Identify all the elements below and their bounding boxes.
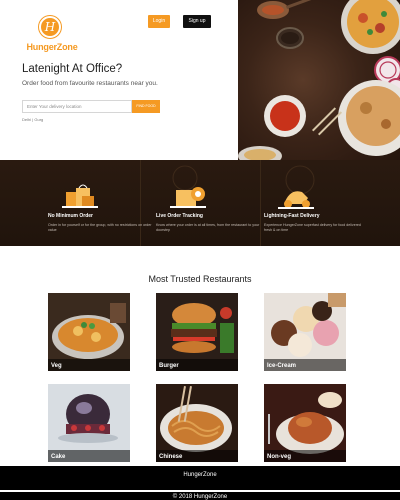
hero-food-image [238,0,400,160]
section-title: Most Trusted Restaurants [148,274,252,284]
category-card-chinese[interactable]: Chinese [156,384,238,462]
category-card-veg[interactable]: Veg [48,293,130,371]
feature-live-order-tracking: Live Order Tracking Know where your orde… [156,160,266,246]
delivery-tracking-icon [170,187,206,208]
brand-name: HungerZone [26,42,78,52]
hero-subline: Order food from favourite restaurants ne… [22,80,158,87]
brand-logo[interactable]: H HungerZone [26,14,78,56]
category-card-ice-cream[interactable]: Ice-Cream [264,293,346,371]
footer-copyright: © 2018 HungerZone [172,494,228,500]
food-spread-illustration [238,0,400,160]
feature-title: Live Order Tracking [156,213,203,219]
login-button[interactable]: Login [148,15,170,28]
category-label: Cake [51,454,66,460]
footer-divider [0,490,400,492]
popular-cities[interactable]: Delhi | Gurg [22,117,43,122]
category-label: Chinese [159,454,183,460]
category-card-non-veg[interactable]: Non-veg [264,384,346,462]
category-label: Non-veg [267,454,291,460]
footer: HungerZone © 2018 HungerZone [0,466,400,500]
category-card-cake[interactable]: Cake [48,384,130,462]
category-label: Ice-Cream [267,363,297,369]
find-food-button[interactable]: FIND FOOD [132,100,160,113]
feature-title: No Minimum Order [48,213,94,219]
feature-title: Lightning-Fast Delivery [264,213,320,219]
signup-button[interactable]: Sign up [183,15,211,28]
category-card-burger[interactable]: Burger [156,293,238,371]
feature-no-minimum-order: No Minimum Order Order in for yourself o… [48,160,158,246]
category-label: Veg [51,363,62,369]
feature-lightning-fast-delivery: Lightning-Fast Delivery Experience Hunge… [264,160,374,246]
features-band: No Minimum Order Order in for yourself o… [0,160,400,246]
feature-description: Order in for yourself or for the group, … [48,223,152,232]
logo-badge-icon: H [39,16,61,38]
category-label: Burger [159,363,179,369]
feature-description: Experience HungerZone superfast delivery… [264,223,361,232]
delivery-scooter-icon [278,191,314,209]
feature-description: Know where your order is at all times, f… [156,223,260,232]
hero-left-panel: H HungerZone Login Sign up Latenight At … [0,0,238,160]
delivery-location-input[interactable] [22,100,132,113]
hero-section: H HungerZone Login Sign up Latenight At … [0,0,400,160]
footer-brand-name: HungerZone [183,472,217,478]
hero-headline: Latenight At Office? [22,63,123,75]
shopping-bags-icon [62,184,98,208]
